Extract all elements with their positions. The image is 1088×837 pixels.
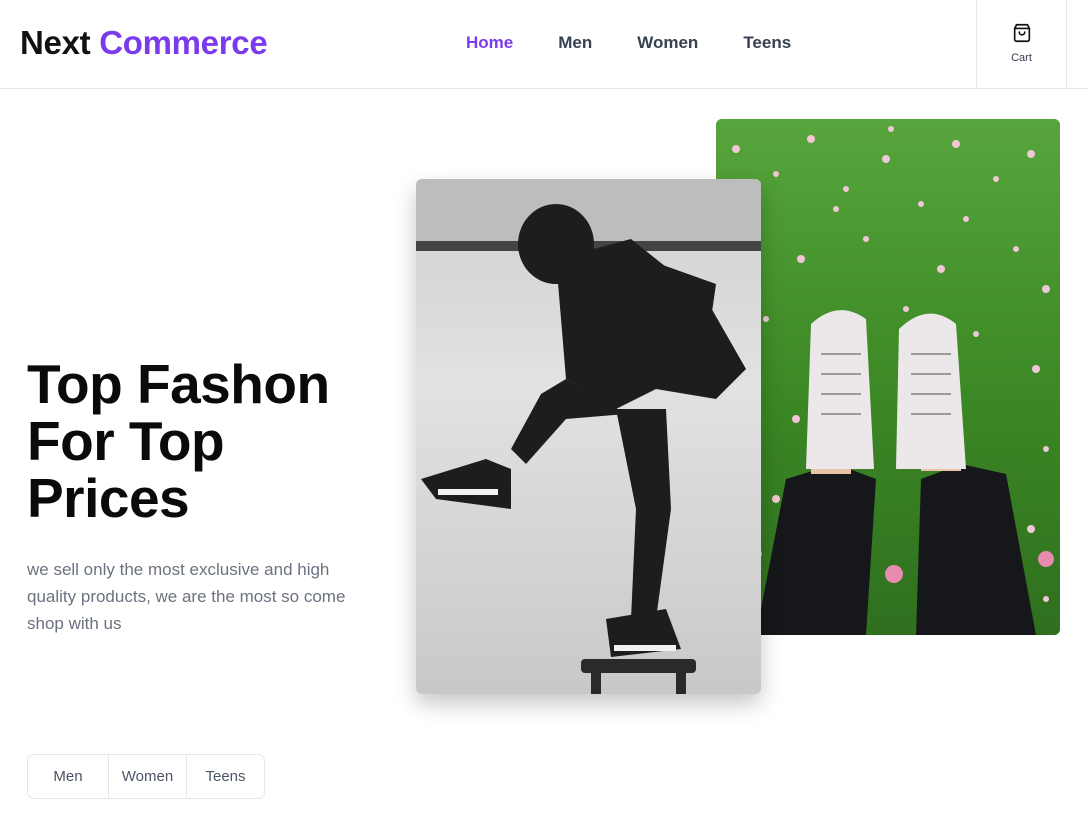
category-button-men[interactable]: Men (28, 755, 108, 798)
hero-title: Top Fashon For Top Prices (27, 353, 330, 529)
shopping-bag-icon (1011, 23, 1033, 49)
logo-text-next: Next (20, 24, 91, 61)
logo[interactable]: Next Commerce (20, 24, 268, 62)
nav-link-teens[interactable]: Teens (743, 33, 791, 53)
category-button-group: Men Women Teens (27, 754, 265, 799)
hero-subtitle: we sell only the most exclusive and high… (27, 560, 346, 633)
grass-sneakers-photo (716, 119, 1060, 635)
nav-link-men[interactable]: Men (558, 33, 592, 53)
category-button-women[interactable]: Women (108, 755, 186, 798)
nav-link-women[interactable]: Women (637, 33, 698, 53)
nav-link-home[interactable]: Home (466, 33, 513, 53)
cart-button[interactable]: Cart (976, 0, 1067, 89)
man-jumping-photo (416, 179, 761, 694)
main-nav: Home Men Women Teens (466, 33, 791, 53)
category-button-teens[interactable]: Teens (186, 755, 264, 798)
cart-label: Cart (1011, 51, 1032, 64)
logo-text-commerce: Commerce (99, 24, 268, 61)
site-header: Next Commerce Home Men Women Teens Cart (0, 0, 1088, 89)
